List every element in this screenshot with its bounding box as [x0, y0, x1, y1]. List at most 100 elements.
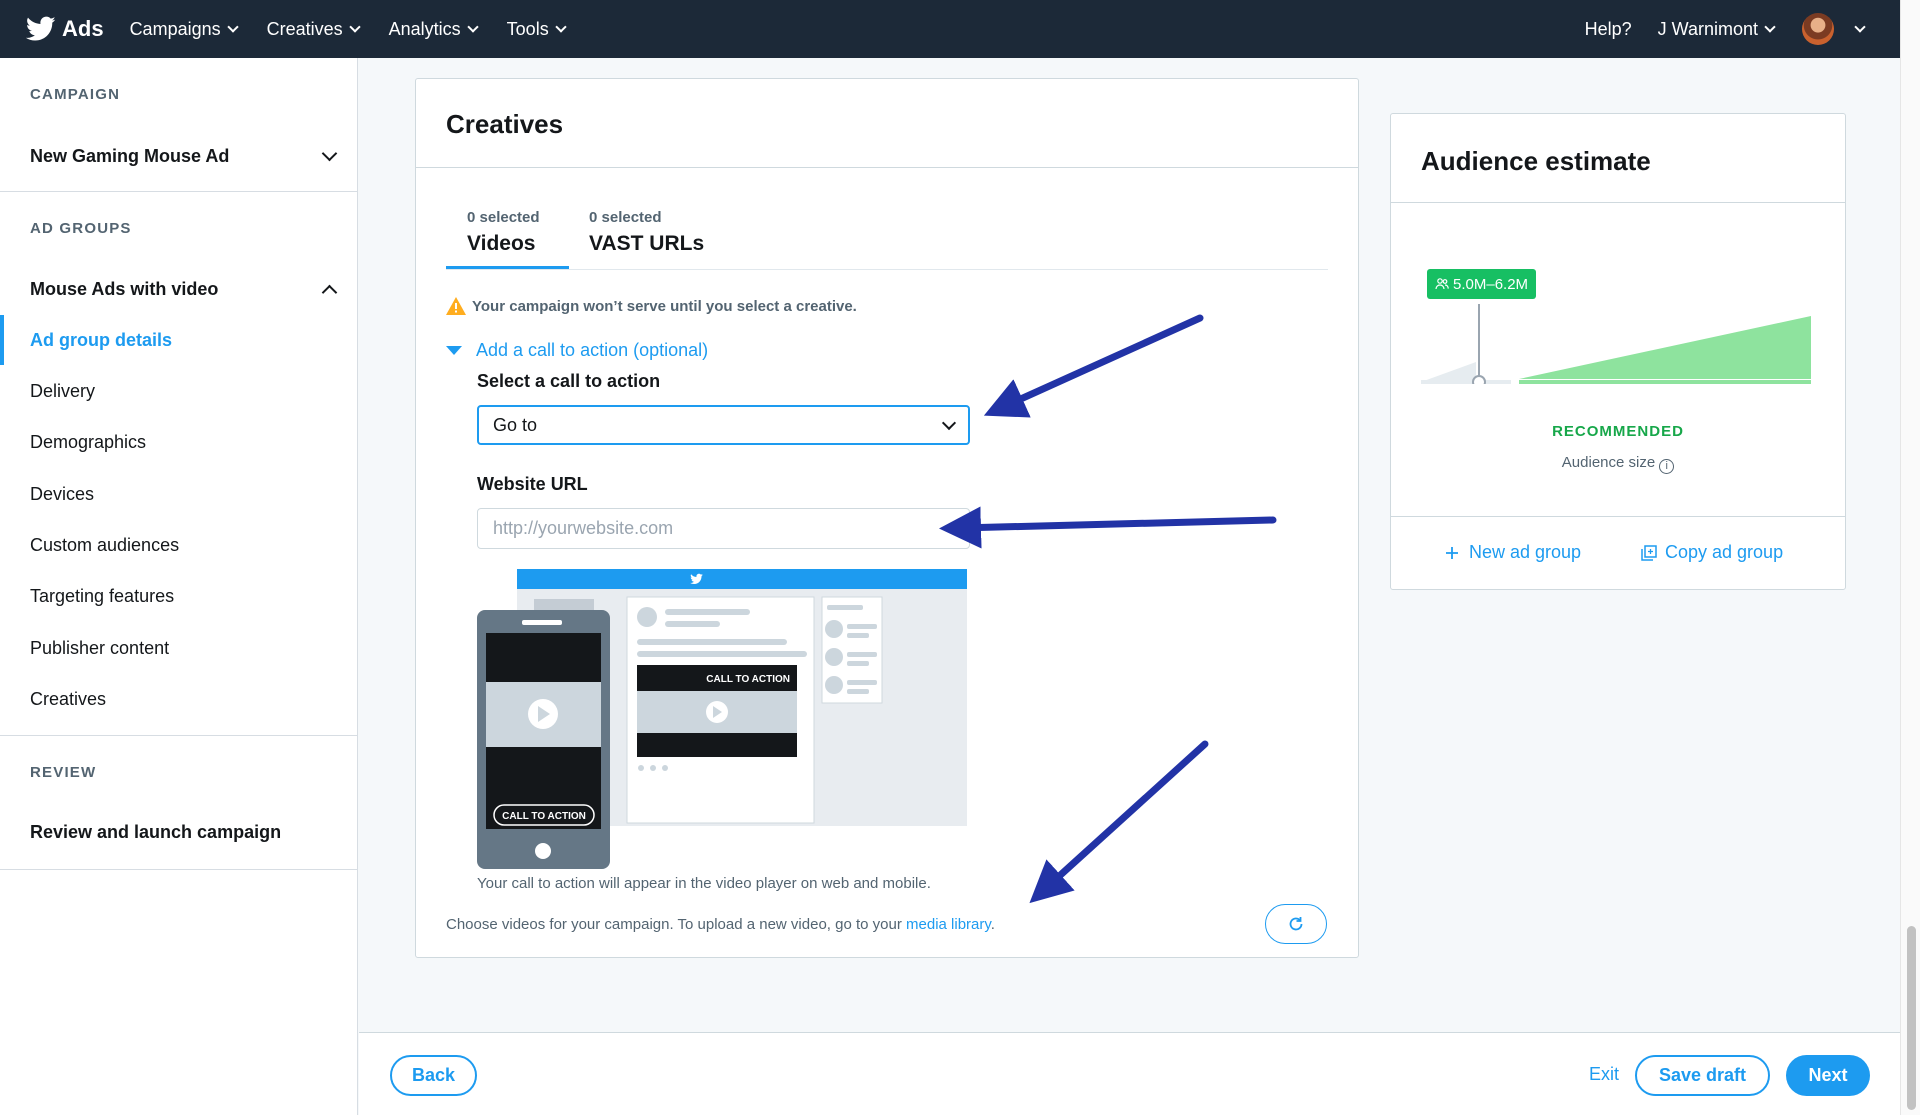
people-icon — [1435, 278, 1449, 290]
select-cta-label: Select a call to action — [477, 371, 661, 391]
top-right-controls: Help? J Warnimont — [1585, 13, 1866, 45]
audience-size-label: Audience size i — [1391, 454, 1845, 474]
active-indicator — [0, 315, 4, 365]
tab-vast-label: VAST URLs — [589, 232, 705, 255]
illustration-cta-text-web: CALL TO ACTION — [706, 674, 790, 685]
choose-videos-text: Choose videos for your campaign. To uplo… — [446, 916, 995, 933]
audience-range-badge: 5.0M–6.2M — [1427, 269, 1537, 299]
cta-select-value: Go to — [493, 414, 538, 435]
info-icon[interactable]: i — [1659, 459, 1675, 474]
account-chevron-down-icon[interactable] — [1854, 21, 1866, 33]
active-tab-underline — [446, 266, 569, 269]
audience-estimate-card: Audience estimate 5.0M–6.2M RECOMMENDED … — [1390, 113, 1846, 590]
cta-toggle-label: Add a call to action (optional) — [476, 340, 709, 360]
nav-campaigns-label: Campaigns — [129, 18, 221, 39]
sidebar-item-publisher-content[interactable]: Publisher content — [30, 638, 169, 659]
footer-bar: Back Exit Save draft Next — [359, 1032, 1900, 1115]
chevron-down-icon — [1764, 21, 1776, 33]
sidebar-item-demographics[interactable]: Demographics — [30, 432, 146, 453]
refresh-icon — [1289, 917, 1303, 931]
audience-title: Audience estimate — [1421, 146, 1651, 176]
review-section-label: REVIEW — [30, 764, 97, 781]
copy-ad-group-button[interactable]: Copy ad group — [1641, 542, 1783, 563]
help-link[interactable]: Help? — [1585, 19, 1632, 40]
user-name: J Warnimont — [1657, 18, 1758, 39]
chevron-down-icon — [348, 21, 361, 33]
save-draft-button[interactable]: Save draft — [1635, 1055, 1770, 1096]
copy-ad-group-label: Copy ad group — [1665, 542, 1784, 562]
chevron-down-icon — [226, 21, 239, 33]
nav-tools[interactable]: Tools — [506, 18, 567, 40]
divider — [1391, 516, 1845, 517]
caret-down-icon — [446, 346, 462, 355]
nav-tools-label: Tools — [506, 18, 549, 39]
media-library-link[interactable]: media library — [906, 916, 991, 933]
sidebar: CAMPAIGN New Gaming Mouse Ad AD GROUPS M… — [0, 58, 358, 1115]
copy-icon — [1641, 544, 1657, 561]
campaign-section-label: CAMPAIGN — [30, 86, 121, 103]
campaign-selector[interactable]: New Gaming Mouse Ad — [0, 145, 357, 167]
warning-message: Your campaign won’t serve until you sele… — [446, 297, 857, 315]
tab-videos-label: Videos — [467, 232, 536, 255]
nav-campaigns[interactable]: Campaigns — [129, 18, 239, 40]
tab-videos-count: 0 selected — [467, 209, 540, 226]
chevron-up-icon — [321, 284, 338, 301]
chevron-down-icon — [321, 145, 338, 162]
audience-size-text: Audience size — [1561, 454, 1656, 471]
avatar[interactable] — [1802, 13, 1834, 45]
cta-toggle[interactable]: Add a call to action (optional) — [446, 340, 708, 361]
nav-analytics[interactable]: Analytics — [388, 18, 479, 40]
nav-creatives-label: Creatives — [266, 18, 343, 39]
website-url-label: Website URL — [477, 474, 588, 494]
plus-icon — [1446, 546, 1458, 559]
cta-preview-illustration: CALL TO ACTION CALL TO ACTION — [477, 569, 967, 869]
exit-link[interactable]: Exit — [1589, 1064, 1619, 1085]
refresh-button[interactable] — [1265, 904, 1327, 944]
tab-baseline — [446, 269, 1328, 270]
ad-group-name: Mouse Ads with video — [30, 279, 219, 299]
warning-text: Your campaign won’t serve until you sele… — [472, 297, 857, 315]
cta-select[interactable]: Go to — [477, 405, 970, 445]
ad-groups-section-label: AD GROUPS — [30, 220, 132, 237]
chevron-down-icon — [467, 21, 479, 33]
divider — [1391, 202, 1845, 203]
divider — [0, 191, 357, 192]
audience-range-text: 5.0M–6.2M — [1453, 275, 1529, 293]
divider — [0, 869, 357, 870]
tab-videos[interactable]: 0 selected Videos — [467, 209, 540, 256]
nav-creatives[interactable]: Creatives — [266, 18, 361, 40]
nav-analytics-label: Analytics — [388, 18, 461, 39]
sidebar-item-ad-group-details[interactable]: Ad group details — [30, 330, 172, 351]
brand-text: Ads — [62, 16, 104, 41]
tab-vast-urls[interactable]: 0 selected VAST URLs — [589, 209, 704, 256]
ad-group-selector[interactable]: Mouse Ads with video — [0, 279, 357, 301]
choose-suffix: . — [990, 916, 995, 933]
scrollbar-thumb[interactable] — [1907, 926, 1916, 1110]
cta-note: Your call to action will appear in the v… — [477, 875, 931, 892]
warning-icon — [446, 297, 466, 315]
next-button[interactable]: Next — [1786, 1055, 1870, 1096]
sidebar-item-custom-audiences[interactable]: Custom audiences — [30, 535, 179, 556]
ads-logo[interactable]: Ads — [26, 16, 104, 42]
creatives-title: Creatives — [446, 109, 564, 139]
website-url-input[interactable] — [477, 508, 970, 549]
main-nav: Campaigns Creatives Analytics Tools — [130, 19, 595, 40]
illustration-cta-text-mobile: CALL TO ACTION — [502, 811, 586, 822]
twitter-bird-icon — [26, 16, 56, 41]
top-nav-bar: Ads Campaigns Creatives Analytics Tools … — [0, 0, 1900, 58]
choose-videos-label: Choose videos for your campaign. To uplo… — [446, 916, 907, 933]
sidebar-item-targeting-features[interactable]: Targeting features — [30, 586, 174, 607]
creatives-card: Creatives 0 selected Videos 0 selected V… — [415, 78, 1359, 958]
campaign-name: New Gaming Mouse Ad — [30, 146, 230, 166]
new-ad-group-button[interactable]: New ad group — [1445, 542, 1581, 563]
sidebar-item-review-and-launch[interactable]: Review and launch campaign — [30, 822, 281, 843]
chevron-down-icon — [555, 21, 567, 33]
sidebar-item-devices[interactable]: Devices — [30, 484, 94, 505]
chevron-down-icon — [941, 415, 957, 430]
sidebar-item-delivery[interactable]: Delivery — [30, 381, 95, 402]
scrollbar[interactable] — [1900, 0, 1920, 1115]
back-button[interactable]: Back — [390, 1055, 477, 1096]
user-menu[interactable]: J Warnimont — [1657, 18, 1776, 40]
recommended-label: RECOMMENDED — [1552, 423, 1684, 440]
sidebar-item-creatives[interactable]: Creatives — [30, 689, 106, 710]
